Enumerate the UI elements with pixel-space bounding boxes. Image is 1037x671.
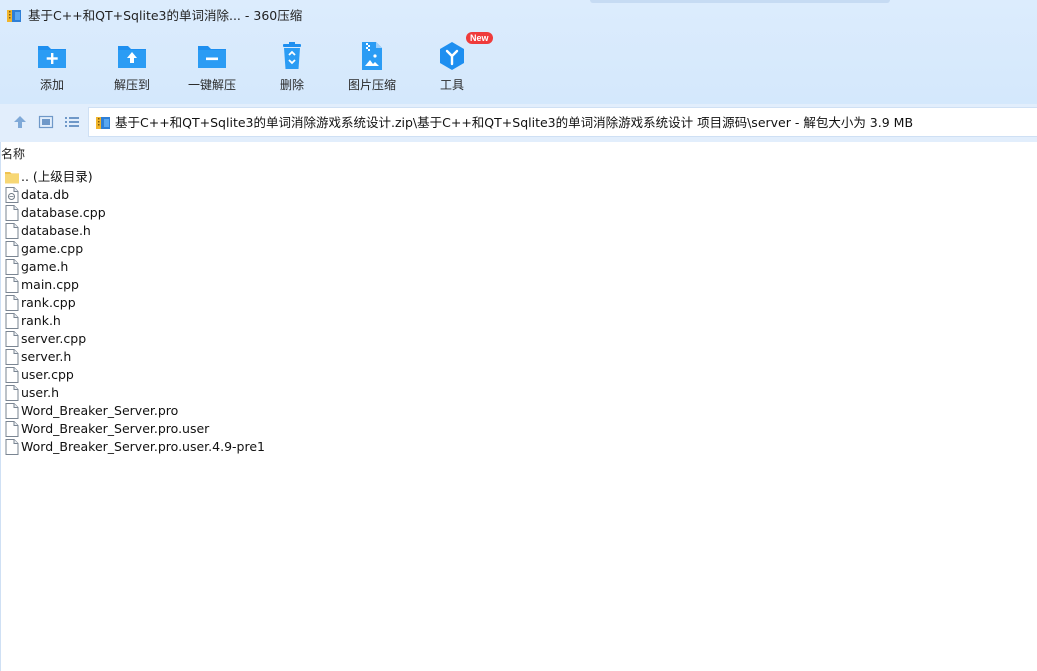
file-name: .. (上级目录) (21, 169, 93, 184)
file-name: server.cpp (21, 331, 87, 346)
file-row[interactable]: Word_Breaker_Server.pro.user.4.9-pre1 (1, 438, 701, 456)
file-row[interactable]: server.h (1, 348, 701, 366)
one-click-extract-icon (198, 46, 226, 68)
add-label: 添加 (39, 78, 64, 92)
file-name: user.h (21, 385, 60, 400)
file-name: Word_Breaker_Server.pro (21, 403, 179, 418)
file-name: Word_Breaker_Server.pro.user.4.9-pre1 (21, 439, 265, 454)
column-header-name[interactable]: 名称 (1, 146, 25, 162)
file-name: user.cpp (21, 367, 74, 382)
file-row[interactable]: Word_Breaker_Server.pro.user (1, 420, 701, 438)
file-name: game.cpp (21, 241, 84, 256)
file-name: Word_Breaker_Server.pro.user (21, 421, 210, 436)
file-row[interactable]: .. (上级目录) (1, 168, 701, 186)
image-compress-label: 图片压缩 (347, 78, 396, 92)
file-name: database.h (21, 223, 91, 238)
add-button[interactable]: 添加 (12, 38, 92, 100)
title-bar[interactable]: 基于C++和QT+Sqlite3的单词消除... - 360压缩 (0, 0, 1037, 32)
file-name: database.cpp (21, 205, 106, 220)
top-chrome: 基于C++和QT+Sqlite3的单词消除... - 360压缩 添加 解压到 … (0, 0, 1037, 104)
file-name: data.db (21, 187, 69, 202)
file-row[interactable]: main.cpp (1, 276, 701, 294)
file-icon (5, 421, 19, 437)
file-icon (5, 367, 19, 383)
file-row[interactable]: server.cpp (1, 330, 701, 348)
address-bar[interactable]: 基于C++和QT+Sqlite3的单词消除游戏系统设计.zip\基于C++和QT… (88, 107, 1037, 137)
file-name: server.h (21, 349, 72, 364)
file-icon (5, 403, 19, 419)
delete-button[interactable]: 删除 (252, 38, 332, 100)
file-icon (5, 331, 19, 347)
database-file-icon (5, 187, 19, 203)
address-row: 基于C++和QT+Sqlite3的单词消除游戏系统设计.zip\基于C++和QT… (0, 104, 1037, 142)
one-click-extract-button[interactable]: 一键解压 (172, 38, 252, 100)
file-icon (5, 259, 19, 275)
extract-to-folder-icon (118, 46, 146, 68)
file-row[interactable]: game.h (1, 258, 701, 276)
window-title: 基于C++和QT+Sqlite3的单词消除... - 360压缩 (28, 8, 303, 23)
file-row[interactable]: rank.cpp (1, 294, 701, 312)
file-icon (5, 313, 19, 329)
file-row[interactable]: database.cpp (1, 204, 701, 222)
title-decoration (590, 0, 890, 3)
recycle-bin-icon (283, 42, 301, 69)
file-row[interactable]: game.cpp (1, 240, 701, 258)
file-icon (5, 241, 19, 257)
folder-icon (5, 169, 19, 185)
tools-button[interactable]: New 工具 (412, 32, 493, 100)
tools-label: 工具 (439, 78, 464, 92)
extract-to-button[interactable]: 解压到 (92, 38, 172, 100)
new-badge: New (466, 32, 493, 44)
file-row[interactable]: data.db (1, 186, 701, 204)
file-name: main.cpp (21, 277, 79, 292)
add-folder-icon (38, 46, 66, 68)
image-compress-icon (362, 42, 382, 70)
file-row[interactable]: user.cpp (1, 366, 701, 384)
file-icon (5, 385, 19, 401)
file-row[interactable]: Word_Breaker_Server.pro (1, 402, 701, 420)
image-compress-button[interactable]: 图片压缩 (332, 38, 412, 100)
file-name: rank.h (21, 313, 61, 328)
address-path: 基于C++和QT+Sqlite3的单词消除游戏系统设计.zip\基于C++和QT… (115, 115, 914, 130)
extract-to-label: 解压到 (113, 78, 150, 92)
one-click-extract-label: 一键解压 (187, 78, 236, 92)
file-icon (5, 205, 19, 221)
file-row[interactable]: rank.h (1, 312, 701, 330)
zip-archive-icon (96, 117, 110, 129)
file-name: rank.cpp (21, 295, 76, 310)
archive-app-icon (7, 10, 21, 22)
file-row[interactable]: user.h (1, 384, 701, 402)
file-icon (5, 295, 19, 311)
toolbar: 添加 解压到 一键解压 删除 图片压缩 New 工具 (0, 32, 1037, 100)
file-icon (5, 277, 19, 293)
file-icon (5, 223, 19, 239)
up-arrow-icon[interactable] (12, 114, 28, 130)
file-name: game.h (21, 259, 69, 274)
file-icon (5, 349, 19, 365)
file-row[interactable]: database.h (1, 222, 701, 240)
view-thumbnail-icon[interactable] (38, 114, 54, 130)
file-list: 名称 .. (上级目录) data.db database.cpp database.… (0, 142, 1037, 671)
delete-label: 删除 (279, 78, 304, 92)
app-window: 基于C++和QT+Sqlite3的单词消除... - 360压缩 添加 解压到 … (0, 0, 1037, 671)
view-list-icon[interactable] (64, 114, 80, 130)
tools-icon (440, 42, 464, 70)
file-icon (5, 439, 19, 455)
